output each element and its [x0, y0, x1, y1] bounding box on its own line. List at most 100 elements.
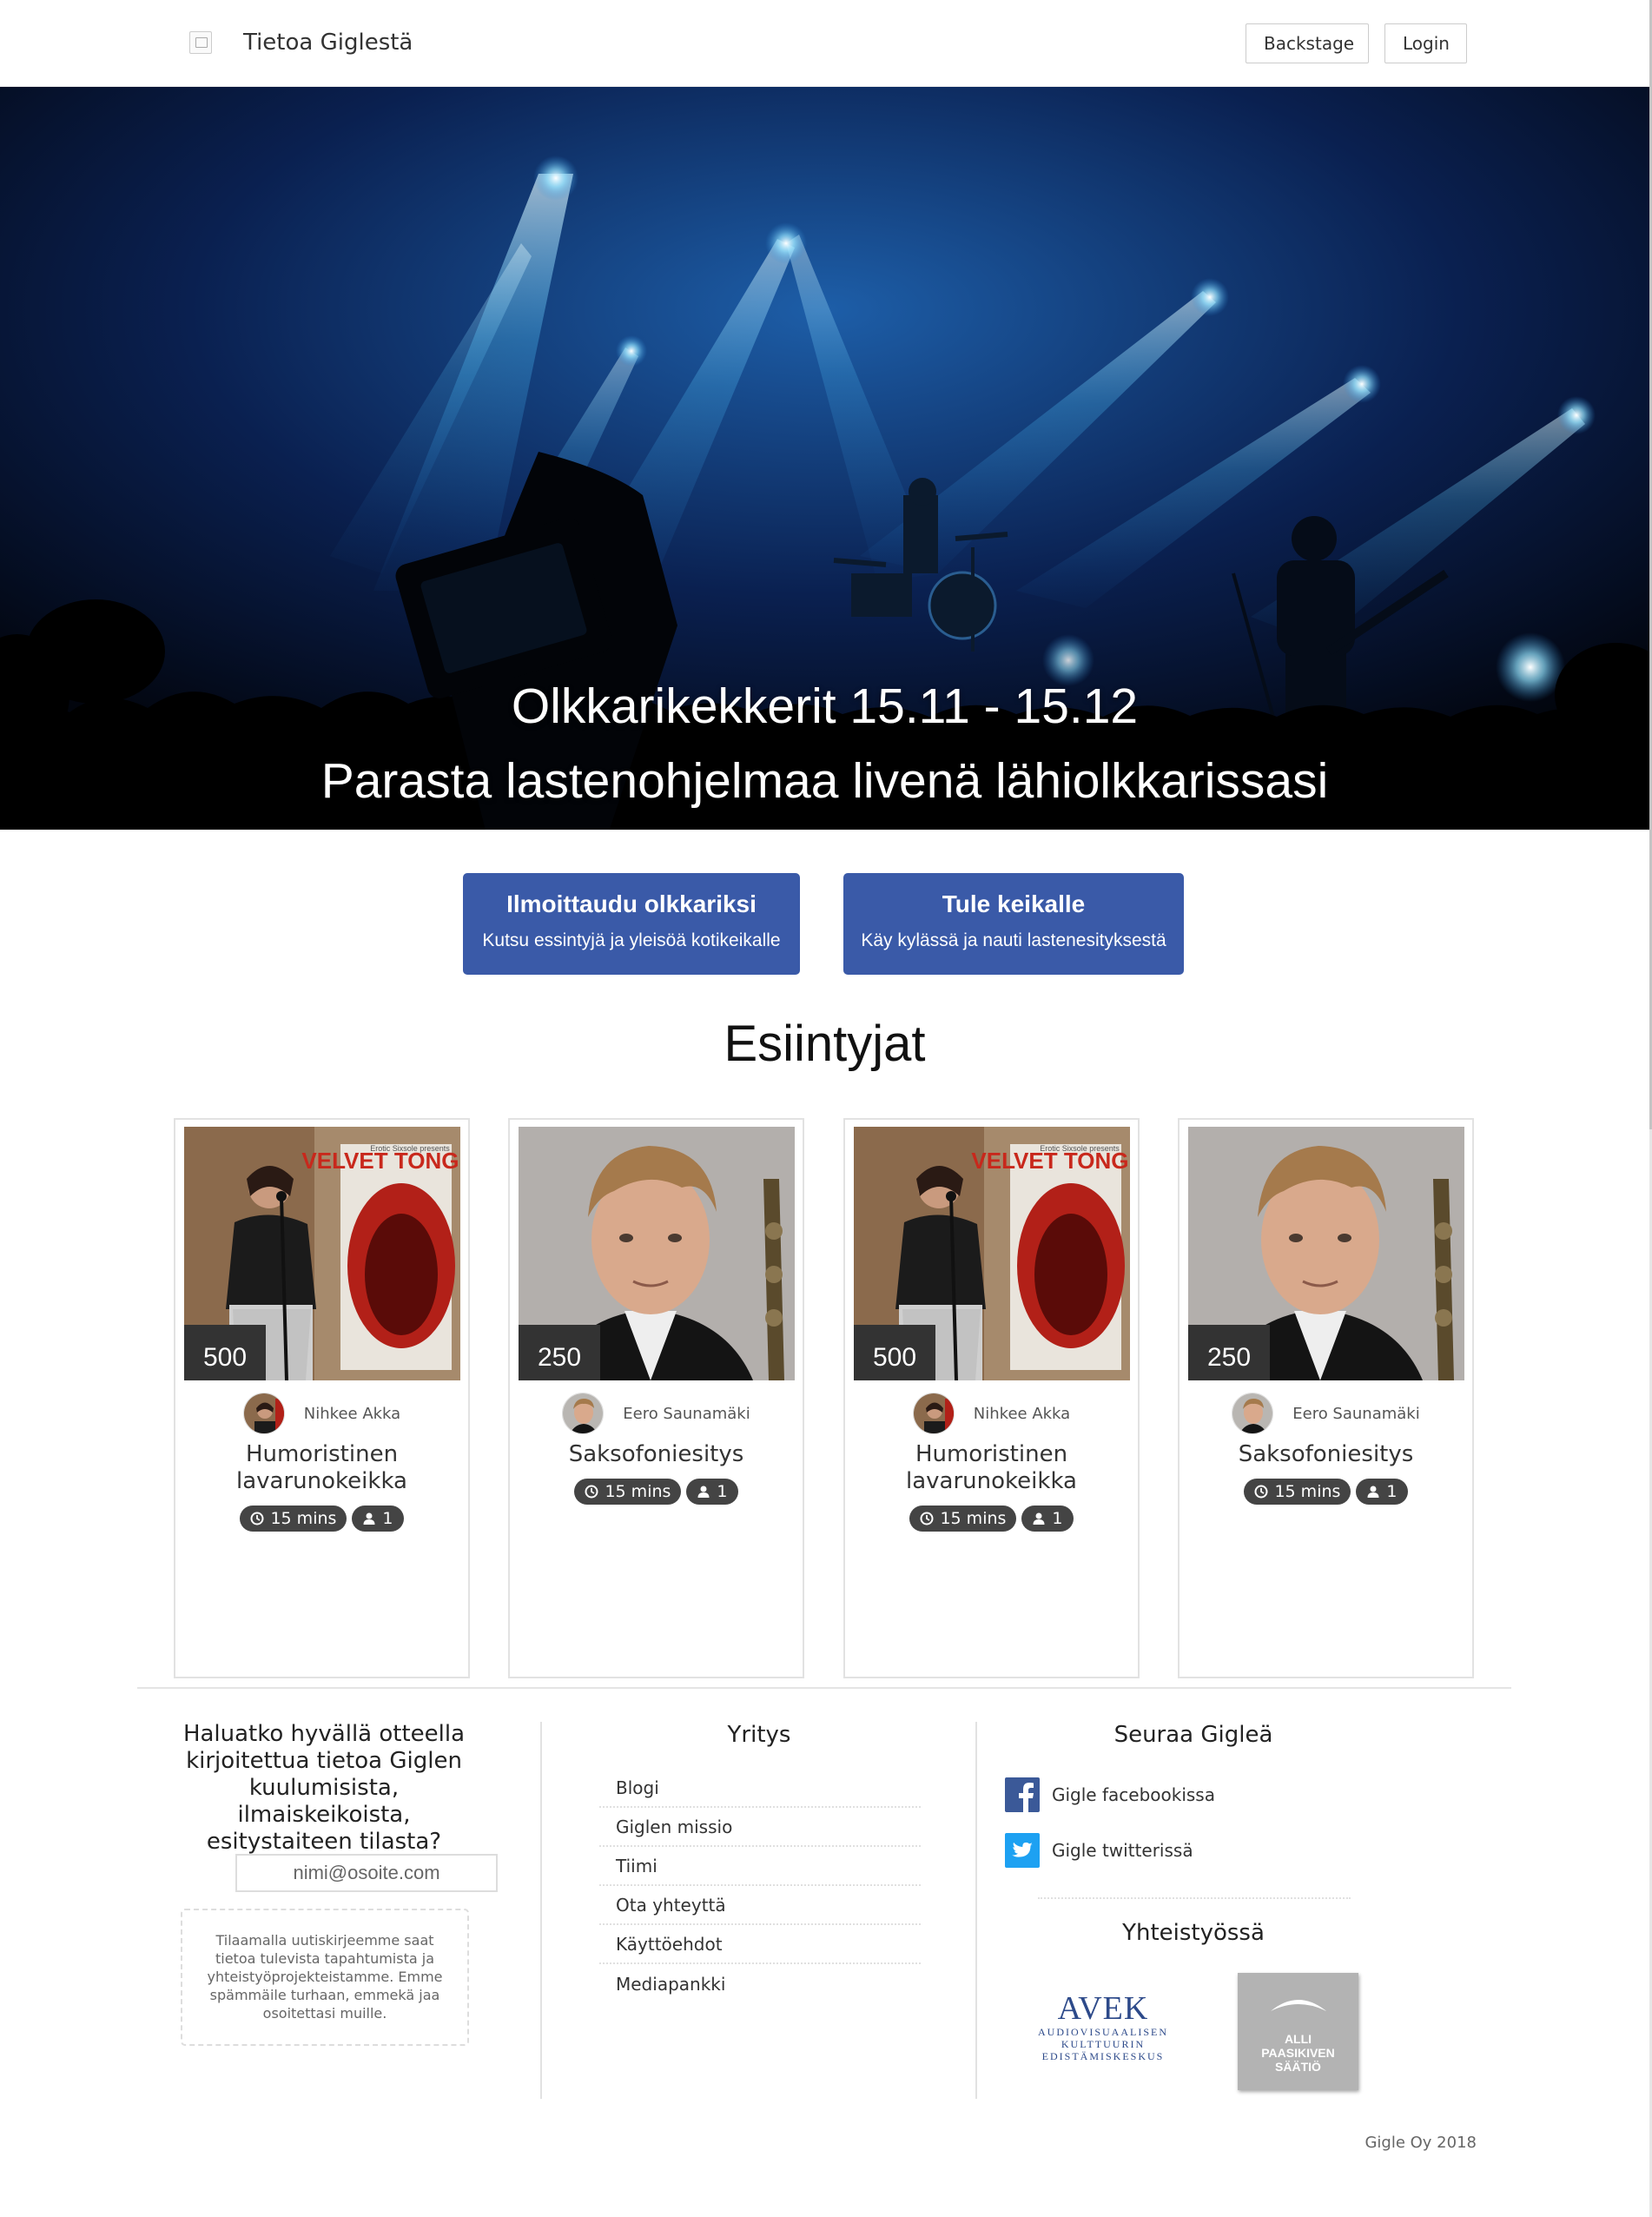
poster-subtitle: Erotic Sixsole presents: [1040, 1144, 1120, 1153]
clock-icon: [585, 1485, 598, 1499]
alli-paasikivi-logo[interactable]: ALLI PAASIKIVEN SÄÄTIÖ: [1238, 1973, 1358, 2090]
newsletter-email-input[interactable]: [235, 1854, 498, 1892]
cta-title: Ilmoittaudu olkkariksi: [506, 890, 757, 917]
facebook-label: Gigle facebookissa: [1052, 1784, 1215, 1805]
duration-pill: 15 mins: [909, 1506, 1017, 1532]
cta-subtitle: Käy kylässä ja nauti lastenesityksestä: [861, 930, 1166, 950]
facebook-link[interactable]: Gigle facebookissa: [1005, 1777, 1215, 1812]
performer-card[interactable]: 250 Eero Saunamäki Saksofoniesitys 15 mi…: [508, 1118, 804, 1678]
persons-pill: 1: [1356, 1479, 1408, 1505]
user-icon: [1033, 1512, 1045, 1525]
performer-card[interactable]: VELVET TONGUE Erotic Sixsole presents 50…: [843, 1118, 1140, 1678]
avek-line: AUDIOVISUAALISEN: [1038, 2026, 1168, 2038]
footer-link-mission[interactable]: Giglen missio: [599, 1808, 921, 1847]
persons-value: 1: [717, 1482, 728, 1501]
avek-line: EDISTÄMISKESKUS: [1041, 2050, 1165, 2062]
arch-icon: [1270, 2000, 1326, 2011]
attend-gig-button[interactable]: Tule keikalle Käy kylässä ja nauti laste…: [843, 873, 1184, 975]
alli-text: ALLI PAASIKIVEN SÄÄTIÖ: [1261, 2032, 1335, 2074]
gig-meta: 15 mins 1: [1180, 1479, 1472, 1505]
performer-info: Nihkee Akka: [845, 1393, 1138, 1434]
persons-pill: 1: [1021, 1506, 1074, 1532]
duration-value: 15 mins: [940, 1509, 1007, 1528]
performer-photo[interactable]: VELVET TONGUE Erotic Sixsole presents 50…: [184, 1127, 460, 1380]
company-heading: Yritys: [727, 1722, 791, 1748]
performer-card[interactable]: VELVET TONGUE Erotic Sixsole presents 50…: [174, 1118, 470, 1678]
gig-title[interactable]: Saksofoniesitys: [527, 1441, 785, 1468]
persons-value: 1: [382, 1509, 393, 1528]
login-button[interactable]: Login: [1384, 23, 1467, 63]
performers-heading: Esiintyjat: [724, 1016, 926, 1072]
duration-value: 15 mins: [270, 1509, 337, 1528]
footer-link-media[interactable]: Mediapankki: [599, 1964, 921, 2003]
avek-wordmark: AVEK: [1057, 1990, 1149, 2027]
hero-banner: Olkkarikekkerit 15.11 - 15.12 Parasta la…: [0, 87, 1649, 830]
company-links: Blogi Giglen missio Tiimi Ota yhteyttä K…: [599, 1769, 921, 2003]
performer-photo[interactable]: VELVET TONGUE Erotic Sixsole presents 50…: [854, 1127, 1130, 1380]
cta-subtitle: Kutsu essintyjä ja yleisöä kotikeikalle: [482, 930, 781, 950]
footer-divider: [137, 1687, 1511, 1689]
footer-link-contact[interactable]: Ota yhteyttä: [599, 1886, 921, 1925]
column-divider: [540, 1722, 542, 2099]
price-badge: 250: [519, 1325, 600, 1380]
backstage-button[interactable]: Backstage: [1246, 23, 1369, 63]
duration-pill: 15 mins: [240, 1506, 347, 1532]
persons-value: 1: [1386, 1482, 1398, 1501]
clock-icon: [1254, 1485, 1268, 1499]
partners-divider: [1038, 1897, 1351, 1899]
newsletter-heading: Haluatko hyvällä otteella kirjoitettua t…: [182, 1721, 466, 1855]
performer-name[interactable]: Nihkee Akka: [974, 1405, 1070, 1423]
performer-card[interactable]: 250 Eero Saunamäki Saksofoniesitys 15 mi…: [1178, 1118, 1474, 1678]
footer-link-blog[interactable]: Blogi: [599, 1769, 921, 1808]
column-divider: [975, 1722, 977, 2099]
twitter-icon: [1005, 1833, 1040, 1868]
avatar: [1232, 1393, 1274, 1434]
top-navbar: Tietoa Giglestä Backstage Login: [0, 0, 1649, 87]
performer-photo[interactable]: 250: [519, 1127, 795, 1380]
brand-title[interactable]: Tietoa Giglestä: [243, 30, 413, 56]
performer-info: Nihkee Akka: [175, 1393, 468, 1434]
user-icon: [1367, 1486, 1379, 1498]
hero-subheadline: Parasta lastenohjelmaa livenä lähiolkkar…: [320, 753, 1329, 809]
duration-value: 15 mins: [605, 1482, 671, 1501]
clock-icon: [920, 1512, 934, 1525]
copyright: Gigle Oy 2018: [1365, 2134, 1477, 2152]
performer-photo[interactable]: 250: [1188, 1127, 1464, 1380]
partners-heading: Yhteistyössä: [1122, 1920, 1265, 1946]
gig-meta: 15 mins 1: [845, 1506, 1138, 1532]
avatar: [562, 1393, 605, 1434]
social-heading: Seuraa Gigleä: [1113, 1722, 1273, 1748]
price-badge: 500: [854, 1325, 935, 1380]
persons-pill: 1: [686, 1479, 738, 1505]
gig-title[interactable]: Humoristinen lavarunokeikka: [193, 1441, 451, 1495]
performer-info: Eero Saunamäki: [510, 1393, 803, 1434]
gig-meta: 15 mins 1: [510, 1479, 803, 1505]
hero-headline: Olkkarikekkerit 15.11 - 15.12: [511, 678, 1139, 734]
avek-line: KULTTUURIN: [1061, 2038, 1146, 2050]
broken-image-icon: [189, 31, 212, 54]
persons-value: 1: [1052, 1509, 1063, 1528]
user-icon: [697, 1486, 710, 1498]
price-badge: 500: [184, 1325, 266, 1380]
footer-link-terms[interactable]: Käyttöehdot: [599, 1925, 921, 1964]
gig-title[interactable]: Humoristinen lavarunokeikka: [862, 1441, 1120, 1495]
duration-pill: 15 mins: [1244, 1479, 1351, 1505]
newsletter-note: Tilaamalla uutiskirjeemme saat tietoa tu…: [181, 1909, 469, 2046]
persons-pill: 1: [352, 1506, 404, 1532]
performer-name[interactable]: Nihkee Akka: [304, 1405, 400, 1423]
performer-info: Eero Saunamäki: [1180, 1393, 1472, 1434]
avatar: [912, 1393, 955, 1434]
performer-name[interactable]: Eero Saunamäki: [623, 1405, 750, 1423]
performer-name[interactable]: Eero Saunamäki: [1292, 1405, 1419, 1423]
price-badge: 250: [1188, 1325, 1270, 1380]
poster-subtitle: Erotic Sixsole presents: [370, 1144, 450, 1153]
gig-title[interactable]: Saksofoniesitys: [1197, 1441, 1455, 1468]
twitter-label: Gigle twitterissä: [1052, 1840, 1193, 1861]
brand[interactable]: Tietoa Giglestä: [189, 23, 413, 63]
user-icon: [363, 1512, 375, 1525]
register-host-button[interactable]: Ilmoittaudu olkkariksi Kutsu essintyjä j…: [463, 873, 800, 975]
duration-value: 15 mins: [1274, 1482, 1341, 1501]
twitter-link[interactable]: Gigle twitterissä: [1005, 1833, 1193, 1868]
footer-link-team[interactable]: Tiimi: [599, 1847, 921, 1886]
avek-logo[interactable]: AVEK AUDIOVISUAALISEN KULTTUURIN EDISTÄM…: [1035, 1991, 1171, 2062]
